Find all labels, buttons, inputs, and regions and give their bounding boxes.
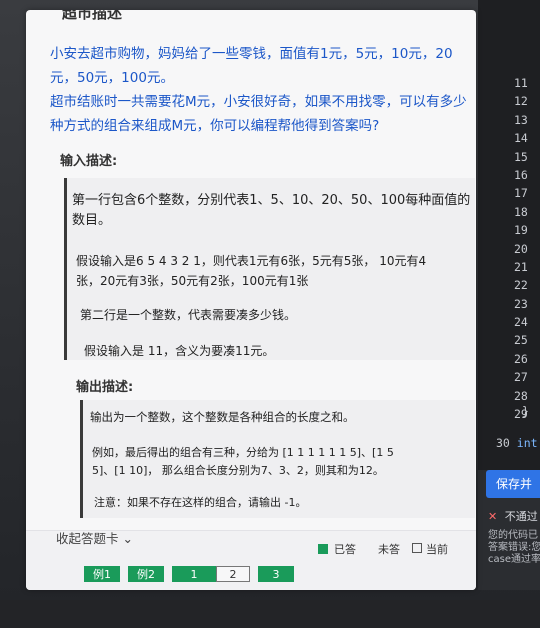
input-line: 张，20元有3张，50元有2张，100元有1张 xyxy=(76,274,309,288)
question-button-example-2[interactable]: 例2 xyxy=(128,566,164,582)
result-message-line: 答案错误:您 xyxy=(488,542,540,553)
line-number: 22 xyxy=(514,278,528,293)
code-last-line: 30 int xyxy=(496,436,538,450)
monitor-bottom-edge xyxy=(0,600,540,628)
output-line: 输出为一个整数，这个整数是各种组合的长度之和。 xyxy=(90,410,355,424)
line-number: 20 xyxy=(514,241,528,256)
line-number: 14 xyxy=(514,131,528,146)
problem-description-1: 小安去超市购物，妈妈给了一些零钱，面值有1元，5元，10元，20元，50元，10… xyxy=(50,46,453,86)
line-number: 16 xyxy=(514,167,528,182)
problem-card: 超市描述 小安去超市购物，妈妈给了一些零钱，面值有1元，5元，10元，20元，5… xyxy=(26,10,476,590)
save-submit-button[interactable]: 保存并 xyxy=(486,470,540,498)
question-button-3[interactable]: 3 xyxy=(258,566,294,582)
answered-legend-swatch xyxy=(318,544,328,554)
legend-answered: 已答 xyxy=(334,543,356,556)
result-message: 您的代码已 答案错误:您 case通过率 xyxy=(488,530,540,566)
result-message-line: 您的代码已 xyxy=(488,530,538,541)
problem-description-2: 超市结账时一共需要花M元，小安很好奇，如果不用找零，可以有多少种方式的组合来组成… xyxy=(50,94,467,134)
collapse-answer-card-button[interactable]: 收起答题卡 ⌄ xyxy=(56,528,133,547)
input-heading: 输入描述: xyxy=(60,154,118,169)
line-number: 17 xyxy=(514,186,528,201)
line-number: 27 xyxy=(514,370,528,385)
input-line: 假设输入是 11，含义为要凑11元。 xyxy=(84,344,275,358)
result-message-line: case通过率 xyxy=(488,554,540,565)
editor-line-numbers: 11 12 13 14 15 16 17 18 19 20 21 22 23 2… xyxy=(514,74,540,423)
line-number: 24 xyxy=(514,315,528,330)
line-number: 19 xyxy=(514,223,528,238)
result-status: ✕ 不通过 xyxy=(488,508,538,524)
line-number: 18 xyxy=(514,204,528,219)
fail-label: 不通过 xyxy=(504,510,538,523)
input-line: 第一行包含6个整数，分别代表1、5、10、20、50、100每种面值的 xyxy=(72,193,471,208)
line-number: 30 xyxy=(496,436,510,450)
legend-unanswered: 未答 xyxy=(378,543,400,556)
current-legend-swatch xyxy=(412,543,422,553)
code-keyword: int xyxy=(516,436,538,450)
line-number: 15 xyxy=(514,149,528,164)
input-line: 假设输入是6 5 4 3 2 1，则代表1元有6张，5元有5张， 10元有4 xyxy=(76,254,427,268)
output-heading: 输出描述: xyxy=(76,380,134,395)
output-line: 5]、[1 10]， 那么组合长度分别为7、3、2，则其和为12。 xyxy=(92,464,384,477)
line-number: 26 xyxy=(514,351,528,366)
question-button-example-1[interactable]: 例1 xyxy=(84,566,120,582)
input-line: 第二行是一个整数，代表需要凑多少钱。 xyxy=(80,308,297,322)
line-number: 11 xyxy=(514,76,528,90)
close-icon: ✕ xyxy=(488,510,498,523)
line-number: 21 xyxy=(514,259,528,274)
problem-title: 超市描述 xyxy=(62,10,123,22)
code-closing-brace: } xyxy=(522,404,529,418)
line-number: 23 xyxy=(514,296,528,311)
output-line: 注意：如果不存在这样的组合，请输出 -1。 xyxy=(94,496,307,509)
line-number: 12 xyxy=(514,94,528,109)
question-button-2[interactable]: 2 xyxy=(216,566,250,582)
line-number: 13 xyxy=(514,112,528,127)
line-number: 25 xyxy=(514,333,528,348)
line-number: 28 xyxy=(514,388,528,403)
input-line: 数目。 xyxy=(72,213,112,228)
question-button-1[interactable]: 1 xyxy=(172,566,216,582)
legend-current: 当前 xyxy=(426,543,448,556)
